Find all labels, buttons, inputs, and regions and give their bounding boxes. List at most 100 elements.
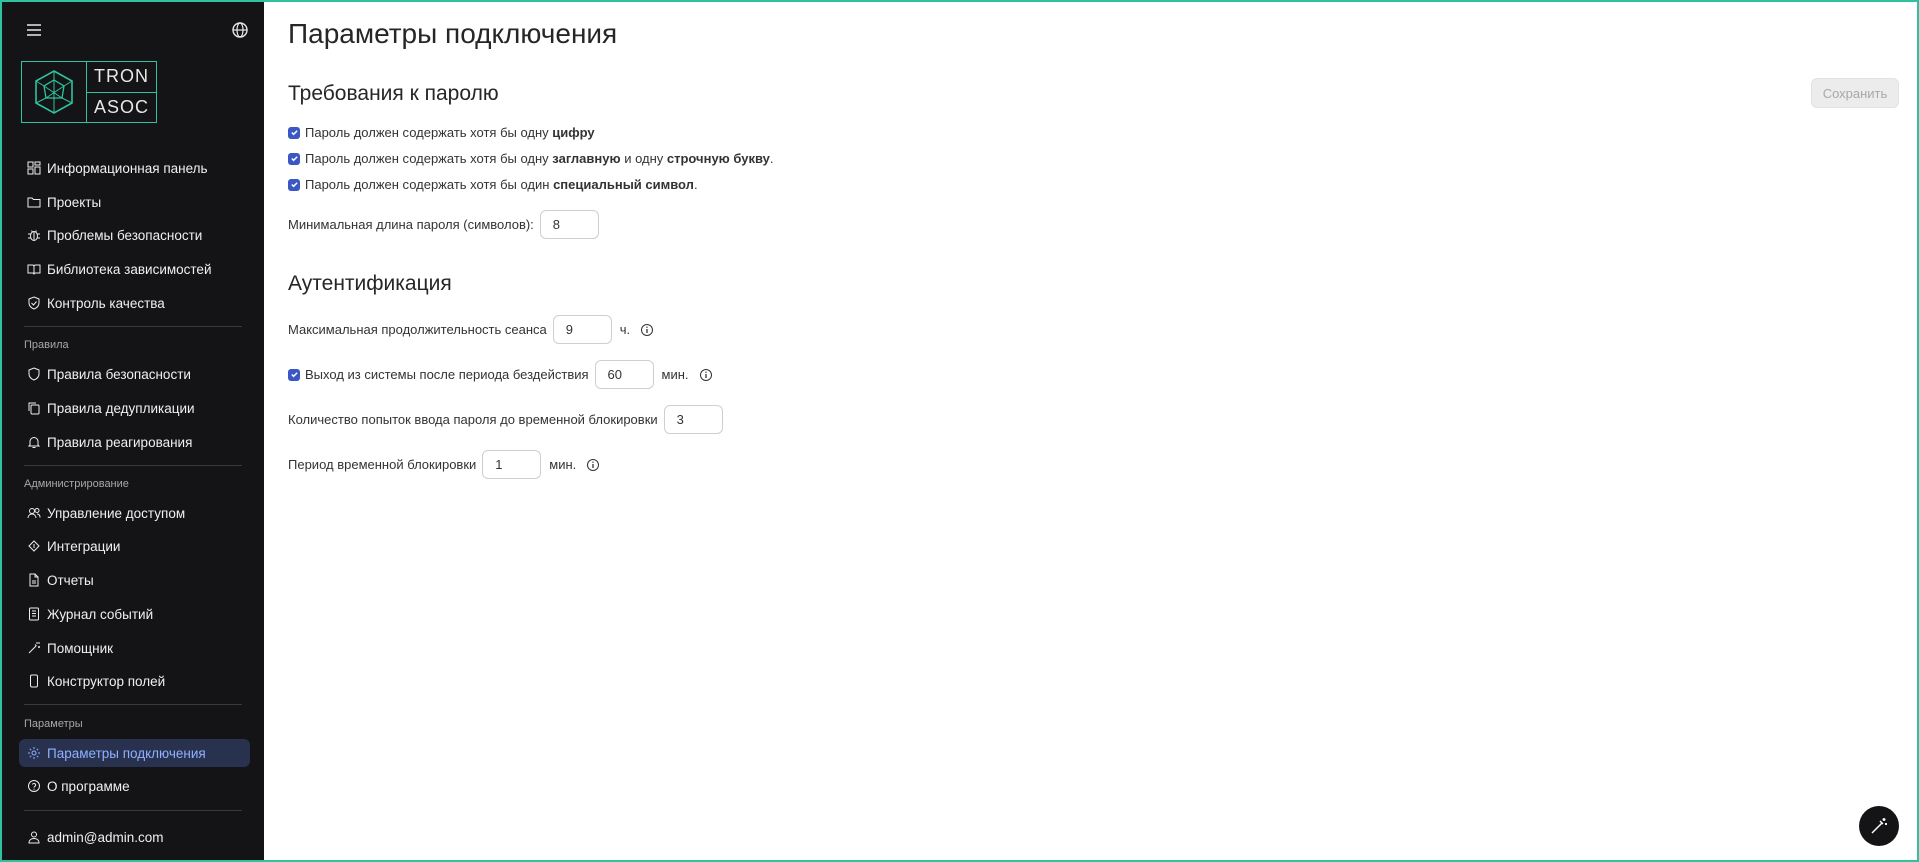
req-special-text: Пароль должен содержать хотя бы один (305, 177, 554, 192)
users-icon (26, 505, 42, 521)
info-icon[interactable] (640, 323, 654, 337)
sidebar-item-event-log[interactable]: Журнал событий (19, 600, 250, 628)
tron-asoc-logo[interactable]: TRON ASOC (21, 61, 157, 123)
sidebar-item-label: Контроль качества (47, 295, 165, 311)
save-button[interactable]: Сохранить (1811, 78, 1899, 108)
session-duration-label: Максимальная продолжительность сеанса (288, 322, 547, 337)
integrations-icon (26, 538, 42, 554)
logo-line-1: TRON (87, 62, 156, 93)
sidebar-divider (24, 704, 242, 705)
shield-check-icon (26, 295, 42, 311)
logo-text: TRON ASOC (87, 62, 156, 122)
device-icon (26, 673, 42, 689)
req-case-bold-lower: строчную букву (666, 151, 770, 166)
sidebar-item-dedup-rules[interactable]: Правила дедупликации (19, 394, 250, 422)
sidebar-item-about[interactable]: О программе (19, 772, 250, 800)
sidebar-item-label: Параметры подключения (47, 745, 206, 761)
req-case-bold-upper: заглавную (552, 151, 621, 166)
help-icon (26, 778, 42, 794)
sidebar-item-security-issues[interactable]: Проблемы безопасности (19, 221, 250, 249)
sidebar-item-label: Конструктор полей (47, 673, 166, 689)
cube-logo-icon (22, 62, 87, 122)
sidebar-section-rules: Правила (24, 339, 69, 351)
login-attempts-label: Количество попыток ввода пароля до време… (288, 412, 658, 427)
sidebar-item-dashboard[interactable]: Информационная панель (19, 154, 250, 182)
session-duration-input[interactable] (552, 315, 612, 344)
idle-logout-row: Выход из системы после периода бездейств… (288, 360, 713, 389)
session-duration-unit: ч. (619, 322, 631, 337)
book-icon (26, 261, 42, 277)
req-case-text-post: . (769, 151, 774, 166)
sidebar-item-label: Проблемы безопасности (47, 227, 203, 243)
req-special-row: Пароль должен содержать хотя бы один спе… (288, 177, 698, 192)
sidebar-divider (24, 465, 242, 466)
req-case-text-mid: и одну (620, 151, 667, 166)
req-case-label: Пароль должен содержать хотя бы одну заг… (305, 151, 774, 166)
min-length-row: Минимальная длина пароля (символов): (288, 210, 599, 239)
hamburger-menu-icon[interactable] (24, 20, 44, 40)
main-content: Параметры подключения Сохранить Требован… (264, 2, 1917, 860)
logo-line-2: ASOC (93, 96, 149, 117)
req-digit-checkbox[interactable] (288, 126, 300, 139)
user-menu[interactable]: admin@admin.com (19, 823, 250, 851)
login-attempts-row: Количество попыток ввода пароля до време… (288, 405, 723, 434)
folder-icon (26, 194, 42, 210)
sidebar-item-connection-params[interactable]: Параметры подключения (19, 739, 250, 767)
lock-period-row: Период временной блокировки мин. (288, 450, 600, 479)
sidebar-item-dependency-library[interactable]: Библиотека зависимостей (19, 255, 250, 283)
assistant-fab-button[interactable] (1859, 806, 1899, 846)
sidebar-item-label: Информационная панель (47, 160, 208, 176)
req-case-text: Пароль должен содержать хотя бы одну (305, 151, 553, 166)
lock-period-label: Период временной блокировки (288, 457, 477, 472)
sidebar: TRON ASOC Информационная панель Проекты … (2, 2, 264, 860)
sidebar-section-params: Параметры (24, 718, 83, 730)
req-case-checkbox[interactable] (288, 152, 300, 165)
login-attempts-input[interactable] (663, 405, 723, 434)
password-requirements-heading: Требования к паролю (288, 82, 499, 105)
page-title: Параметры подключения (288, 18, 618, 49)
sidebar-item-response-rules[interactable]: Правила реагирования (19, 428, 250, 456)
min-length-label: Минимальная длина пароля (символов): (288, 217, 534, 232)
bell-icon (26, 434, 42, 450)
info-icon[interactable] (699, 368, 713, 382)
sidebar-item-reports[interactable]: Отчеты (19, 566, 250, 594)
sidebar-item-field-builder[interactable]: Конструктор полей (19, 667, 250, 695)
bug-icon (26, 227, 42, 243)
sidebar-item-integrations[interactable]: Интеграции (19, 532, 250, 560)
sidebar-item-quality-control[interactable]: Контроль качества (19, 289, 250, 317)
idle-logout-unit: мин. (661, 367, 689, 382)
idle-logout-label: Выход из системы после периода бездейств… (305, 367, 589, 382)
dashboard-icon (26, 160, 42, 176)
log-icon (26, 606, 42, 622)
sidebar-item-label: Правила дедупликации (47, 400, 195, 416)
sidebar-top-icons (22, 18, 250, 42)
req-digit-row: Пароль должен содержать хотя бы одну циф… (288, 125, 595, 140)
globe-icon[interactable] (230, 20, 250, 40)
req-digit-bold: цифру (552, 125, 595, 140)
min-length-input[interactable] (539, 210, 599, 239)
req-case-row: Пароль должен содержать хотя бы одну заг… (288, 151, 774, 166)
lock-period-input[interactable] (482, 450, 542, 479)
sidebar-item-projects[interactable]: Проекты (19, 188, 250, 216)
magic-wand-icon (1871, 818, 1887, 834)
sidebar-item-access-control[interactable]: Управление доступом (19, 499, 250, 527)
req-digit-text: Пароль должен содержать хотя бы одну (305, 125, 553, 140)
sidebar-item-label: Проекты (47, 194, 102, 210)
sidebar-item-label: Отчеты (47, 572, 94, 588)
req-special-checkbox[interactable] (288, 178, 300, 191)
idle-logout-checkbox[interactable] (288, 368, 300, 381)
sidebar-item-label: Интеграции (47, 538, 121, 554)
sidebar-item-security-rules[interactable]: Правила безопасности (19, 360, 250, 388)
req-special-label: Пароль должен содержать хотя бы один спе… (305, 177, 698, 192)
sidebar-item-assistant[interactable]: Помощник (19, 634, 250, 662)
report-icon (26, 572, 42, 588)
shield-icon (26, 366, 42, 382)
app-window: TRON ASOC Информационная панель Проекты … (0, 0, 1919, 862)
sidebar-item-label: Журнал событий (47, 606, 154, 622)
sidebar-item-label: Помощник (47, 640, 114, 656)
info-icon[interactable] (586, 458, 600, 472)
lock-period-unit: мин. (549, 457, 577, 472)
idle-logout-input[interactable] (594, 360, 654, 389)
user-icon (26, 829, 42, 845)
sidebar-item-label: Правила безопасности (47, 366, 191, 382)
